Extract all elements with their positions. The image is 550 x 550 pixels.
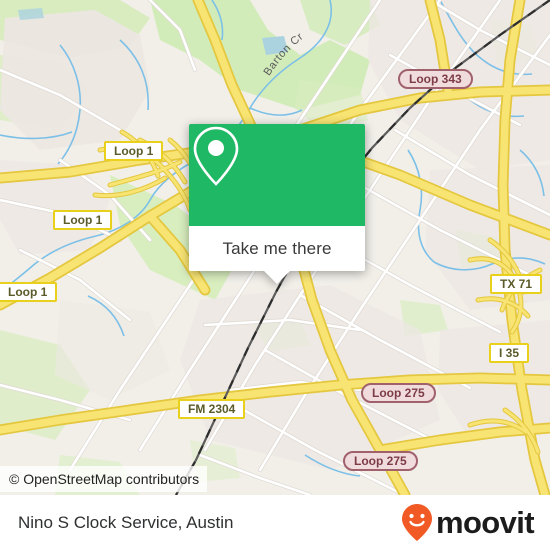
shield-label: I 35: [489, 343, 530, 363]
shield-label: Loop 275: [361, 383, 436, 403]
moovit-smiley-pin-icon: [401, 503, 432, 541]
shield-loop-1-b[interactable]: Loop 1: [53, 210, 113, 230]
shield-loop-1-c[interactable]: Loop 1: [0, 282, 58, 302]
shield-loop-275-a[interactable]: Loop 275: [361, 383, 436, 403]
map-canvas[interactable]: Barton Creek Loop 343 Loop 1 Loop 1 Loop…: [0, 0, 550, 495]
map-screen: Barton Creek Loop 343 Loop 1 Loop 1 Loop…: [0, 0, 550, 550]
shield-label: Loop 343: [398, 69, 473, 89]
shield-loop-1-a[interactable]: Loop 1: [104, 141, 164, 161]
moovit-logo[interactable]: moovit: [400, 503, 535, 543]
moovit-wordmark: moovit: [435, 505, 535, 540]
map-pin-icon: [193, 126, 239, 186]
shield-tx-71[interactable]: TX 71: [490, 274, 543, 294]
osm-attribution[interactable]: © OpenStreetMap contributors: [0, 466, 208, 492]
shield-loop-343[interactable]: Loop 343: [398, 69, 473, 89]
shield-fm-2304[interactable]: FM 2304: [178, 399, 246, 419]
shield-label: FM 2304: [178, 399, 246, 419]
footer-bar: Nino S Clock Service, Austin moovit: [0, 495, 550, 550]
shield-label: Loop 1: [104, 141, 164, 161]
osm-attribution-text: © OpenStreetMap contributors: [9, 471, 200, 487]
take-me-there-label: Take me there: [222, 238, 332, 258]
shield-label: Loop 1: [53, 210, 113, 230]
shield-loop-275-b[interactable]: Loop 275: [343, 451, 418, 471]
shield-label: Loop 1: [0, 282, 58, 302]
popup-pin-area: [189, 124, 365, 226]
shield-label: TX 71: [490, 274, 543, 294]
popup-action-area[interactable]: Take me there: [189, 226, 365, 271]
shield-label: Loop 275: [343, 451, 418, 471]
shield-i-35[interactable]: I 35: [489, 343, 530, 363]
destination-popup[interactable]: Take me there: [189, 124, 365, 284]
popup-tail: [264, 271, 290, 284]
place-title: Nino S Clock Service, Austin: [18, 512, 234, 532]
